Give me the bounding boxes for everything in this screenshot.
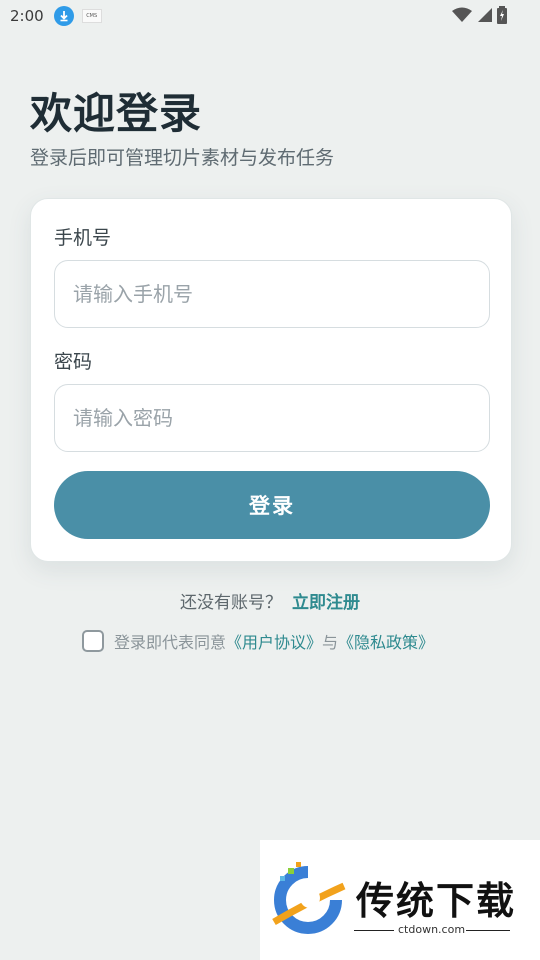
login-button[interactable]: 登录 [54,471,490,539]
page-subtitle: 登录后即可管理切片素材与发布任务 [30,147,335,169]
agreement-checkbox[interactable] [82,630,104,652]
login-card: 手机号 密码 登录 [30,198,512,562]
password-label: 密码 [54,351,93,373]
phone-label: 手机号 [54,227,112,249]
agreement-prefix: 登录即代表同意 [114,633,227,652]
app-notification-text: CMS [86,13,98,19]
app-notification-icon: CMS [81,9,102,23]
status-indicators [452,6,508,24]
watermark-divider-left [354,930,394,931]
watermark-title: 传统下载 [356,879,517,923]
watermark: 传统下载 ctdown.com [260,840,540,960]
status-time: 2:00 [10,7,44,25]
register-prompt: 还没有账号？ [180,593,282,613]
phone-input[interactable] [54,260,490,328]
watermark-divider-right [466,930,510,931]
status-bar: 2:00 CMS [0,0,540,32]
privacy-policy-link[interactable]: 《隐私政策》 [338,629,434,653]
agreement-row: 登录即代表同意 《用户协议》与《隐私政策》 [82,629,434,653]
user-agreement-link[interactable]: 《用户协议》 [226,629,322,653]
register-link[interactable]: 立即注册 [292,593,360,613]
page-title: 欢迎登录 [30,89,203,138]
signal-icon [478,8,492,22]
register-row: 还没有账号？ 立即注册 [0,588,540,613]
wifi-icon [452,7,472,22]
agreement-conjunction: 与 [322,633,339,652]
download-icon [53,6,74,26]
watermark-domain: ctdown.com [398,923,466,936]
battery-icon [497,6,507,24]
watermark-logo-icon [272,862,346,934]
password-input[interactable] [54,384,490,452]
